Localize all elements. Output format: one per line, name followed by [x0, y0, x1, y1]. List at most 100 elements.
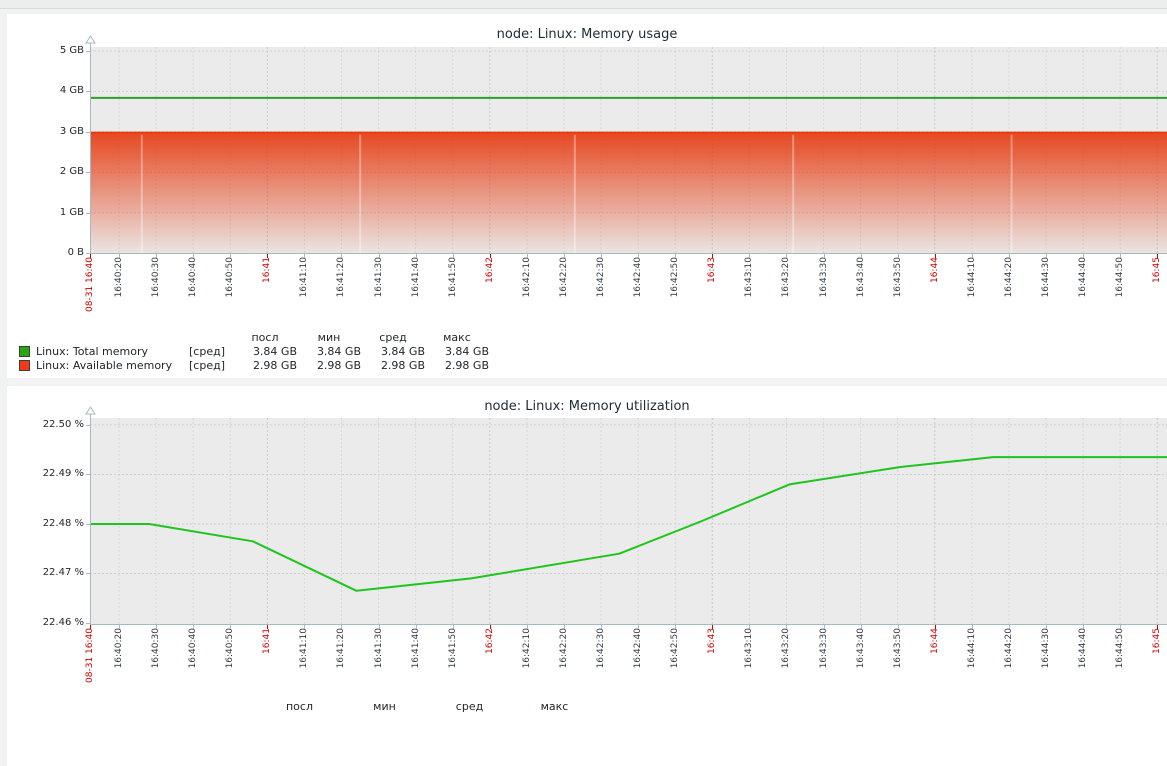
x-axis-tick [379, 625, 380, 629]
x-axis-tick [1046, 625, 1047, 629]
x-axis-tick [898, 254, 899, 258]
legend-series-name: Linux: Total memory [36, 345, 148, 358]
y-axis-tick [86, 91, 90, 92]
x-axis-time-label: 16:40:50 [225, 257, 236, 297]
x-axis-time-label: 16:44:50 [1115, 257, 1126, 297]
x-axis-tick [1157, 625, 1158, 629]
x-axis-time-label: 16:40:20 [114, 257, 125, 297]
y-axis-tick [86, 213, 90, 214]
x-axis-tick [1083, 254, 1084, 258]
x-axis-time-label: 16:44:10 [967, 257, 978, 297]
x-axis-time-label: 16:43:50 [893, 257, 904, 297]
x-axis-tick [1009, 625, 1010, 629]
legend-column-header: посл [257, 700, 342, 714]
x-axis-tick [712, 625, 713, 629]
x-axis-time-label: 16:41:40 [411, 628, 422, 668]
legend-color-swatch [19, 360, 30, 371]
x-axis-tick [193, 254, 194, 258]
x-axis-tick [898, 625, 899, 629]
x-axis-time-label: 08-31 16:40 [85, 257, 96, 312]
x-axis-tick [119, 254, 120, 258]
x-axis-time-label: 16:42 [485, 257, 496, 283]
y-axis-tick-label: 22.49 % [7, 468, 84, 480]
x-axis-tick [1046, 254, 1047, 258]
y-axis-tick [86, 172, 90, 173]
y-axis-tick [86, 524, 90, 525]
y-axis-tick [86, 573, 90, 574]
x-axis-tick [861, 254, 862, 258]
x-axis-tick [935, 254, 936, 258]
x-axis-tick [749, 254, 750, 258]
x-axis-time-label: 16:40:30 [151, 628, 162, 668]
x-axis-time-label: 16:42:50 [670, 257, 681, 297]
x-axis-time-label: 16:44:20 [1004, 628, 1015, 668]
x-axis-tick [935, 625, 936, 629]
x-axis-tick [267, 254, 268, 258]
x-axis-tick [824, 625, 825, 629]
legend-column-header: макс [512, 700, 597, 714]
y-axis-tick-label: 2 GB [7, 166, 84, 178]
x-axis-time-label: 16:41:50 [448, 257, 459, 297]
y-axis-tick-label: 0 B [7, 247, 84, 259]
y-axis-tick-label: 4 GB [7, 85, 84, 97]
x-axis-time-label: 16:41:40 [411, 257, 422, 297]
x-axis-time-label: 16:42:30 [596, 628, 607, 668]
x-axis-time-label: 16:41 [262, 257, 273, 283]
legend-value: 2.98 GB [425, 359, 489, 373]
x-axis-time-label: 16:43:10 [744, 628, 755, 668]
x-axis-time-label: 16:41:20 [336, 628, 347, 668]
y-axis-arrow-icon [85, 35, 96, 44]
legend-row: Linux: Total memory[сред]3.84 GB3.84 GB3… [19, 345, 489, 359]
x-axis-time-label: 16:41:10 [299, 628, 310, 668]
x-axis-time-label: 16:42:10 [522, 628, 533, 668]
x-axis-tick [1083, 625, 1084, 629]
y-axis-tick-label: 22.50 % [7, 419, 84, 431]
x-axis-time-label: 16:42:40 [633, 628, 644, 668]
x-axis-tick [786, 625, 787, 629]
x-axis-time-label: 16:44:40 [1078, 257, 1089, 297]
x-axis-time-label: 16:44:20 [1004, 257, 1015, 297]
legend-column-header: сред [427, 700, 512, 714]
x-axis-time-label: 16:43:30 [819, 257, 830, 297]
x-axis-time-label: 16:43 [707, 628, 718, 654]
x-axis-tick [341, 254, 342, 258]
x-axis-time-label: 16:45 [1152, 628, 1163, 654]
x-axis-tick [824, 254, 825, 258]
y-axis-tick-label: 3 GB [7, 126, 84, 138]
y-axis-arrow-icon [85, 406, 96, 415]
x-axis-tick [416, 254, 417, 258]
x-axis-tick [193, 625, 194, 629]
x-axis-tick [119, 625, 120, 629]
x-axis-tick [601, 625, 602, 629]
x-axis-time-label: 16:41:10 [299, 257, 310, 297]
legend-value: 3.84 GB [233, 345, 297, 359]
x-axis-tick [972, 625, 973, 629]
x-axis-tick [675, 254, 676, 258]
memory-utilization-title: node: Linux: Memory utilization [7, 399, 1167, 414]
memory-usage-title: node: Linux: Memory usage [7, 27, 1167, 42]
x-axis-tick [638, 625, 639, 629]
x-axis-tick [638, 254, 639, 258]
x-axis-time-label: 16:44:30 [1041, 628, 1052, 668]
x-axis-tick [304, 625, 305, 629]
x-axis-time-label: 16:43:50 [893, 628, 904, 668]
legend-value: 3.84 GB [361, 345, 425, 359]
top-bar [0, 0, 1167, 9]
legend-value: 3.84 GB [297, 345, 361, 359]
x-axis-time-label: 16:43 [707, 257, 718, 283]
y-axis-tick [86, 425, 90, 426]
x-axis-tick [230, 254, 231, 258]
x-axis-time-label: 16:42:40 [633, 257, 644, 297]
x-axis-time-label: 16:45 [1152, 257, 1163, 283]
graph-plot-area[interactable] [90, 418, 1167, 624]
x-axis-time-label: 16:42:20 [559, 257, 570, 297]
x-axis-tick [230, 625, 231, 629]
x-axis-tick [453, 625, 454, 629]
x-axis-tick [675, 625, 676, 629]
x-axis-tick [749, 625, 750, 629]
legend-column-header: сред [361, 331, 425, 345]
legend-value: 2.98 GB [361, 359, 425, 373]
graph-plot-area[interactable] [90, 47, 1167, 253]
x-axis-tick [267, 625, 268, 629]
x-axis-time-label: 16:42:30 [596, 257, 607, 297]
